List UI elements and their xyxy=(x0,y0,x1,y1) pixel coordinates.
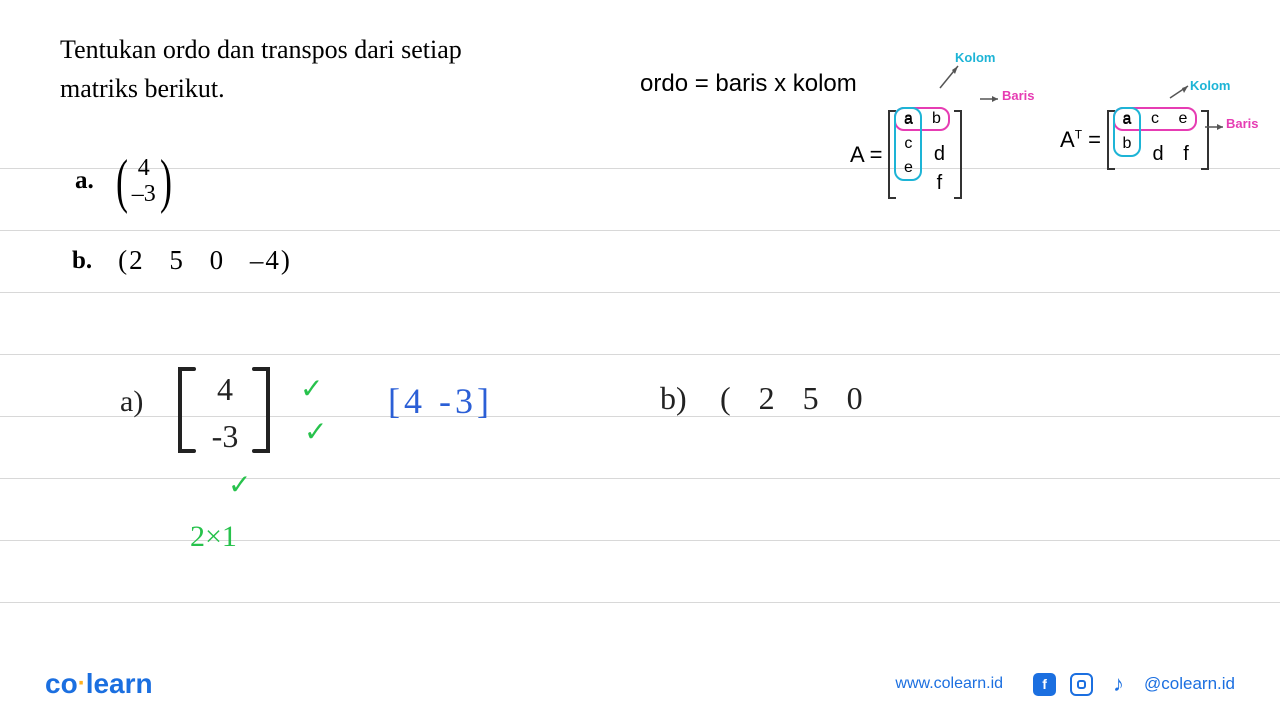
problem-item-a: a. ( 4 –3 ) xyxy=(75,155,176,208)
matrix-cell: f xyxy=(1177,143,1195,166)
handwritten-ordo: 2×1 xyxy=(190,520,237,554)
at-equals-label: AT = xyxy=(1060,127,1101,153)
matrix-cell: d xyxy=(1149,143,1167,166)
col-highlight: a c e xyxy=(894,107,922,181)
handwritten-a-label: a) xyxy=(120,385,143,419)
matrix-cell: –4) xyxy=(250,245,292,275)
baris-label: Baris xyxy=(1002,88,1035,103)
handwritten-b-label: b) xyxy=(660,380,687,417)
facebook-icon: f xyxy=(1033,673,1056,696)
check-icon: ✓ xyxy=(228,468,251,502)
item-a-label: a. xyxy=(75,167,94,195)
arrow-icon xyxy=(1205,122,1229,132)
arrow-icon xyxy=(938,60,968,90)
matrix-cell: 5 xyxy=(169,245,185,275)
problem-statement: Tentukan ordo dan transpos dari setiap m… xyxy=(60,30,580,108)
footer-right: www.colearn.id f ♪ @colearn.id xyxy=(895,673,1235,696)
item-b-matrix: (2 5 0 –4) xyxy=(110,245,300,276)
item-a-matrix: ( 4 –3 ) xyxy=(112,155,176,208)
matrix-at-diagram: Kolom Baris AT = a c e a b xyxy=(1060,70,1209,170)
matrix-a-diagram: Kolom Baris A = a b a c e xyxy=(880,50,992,199)
logo-co: co xyxy=(45,668,78,699)
instagram-icon xyxy=(1070,673,1093,696)
arrow-icon xyxy=(1168,82,1198,100)
matrix-cell: –3 xyxy=(132,181,156,207)
matrix-cell: f xyxy=(930,172,948,195)
problem-line-1: Tentukan ordo dan transpos dari setiap xyxy=(60,35,462,64)
footer: co·learn www.colearn.id f ♪ @colearn.id xyxy=(0,668,1280,700)
arrow-icon xyxy=(980,94,1004,104)
handwritten-transpose: [4 -3] xyxy=(388,380,493,422)
handwritten-a-matrix: 4 -3 xyxy=(180,365,270,455)
problem-line-2: matriks berikut. xyxy=(60,74,225,103)
social-handle: @colearn.id xyxy=(1144,674,1235,694)
hw-cell: 4 xyxy=(180,371,270,408)
problem-item-b: b. (2 5 0 –4) xyxy=(72,245,300,276)
check-icon: ✓ xyxy=(304,415,327,449)
matrix-cell: 4 xyxy=(138,155,150,181)
ordo-formula: ordo = baris x kolom xyxy=(640,70,857,98)
footer-url: www.colearn.id xyxy=(895,675,1003,693)
handwritten-b-content: ( 2 5 0 xyxy=(720,380,873,417)
matrix-a-bracket: a b a c e ab cd ef xyxy=(888,110,962,199)
baris-label: Baris xyxy=(1226,116,1259,131)
matrix-at-bracket: a c e a b ace bdf xyxy=(1107,110,1209,170)
check-icon: ✓ xyxy=(300,372,323,406)
hw-cell: -3 xyxy=(180,418,270,455)
matrix-cell: (2 xyxy=(118,245,145,275)
item-b-label: b. xyxy=(72,247,92,275)
logo-learn: learn xyxy=(86,668,153,699)
colearn-logo: co·learn xyxy=(45,668,153,700)
matrix-cell: d xyxy=(930,143,948,166)
tiktok-icon: ♪ xyxy=(1107,673,1130,696)
col-highlight: a b xyxy=(1113,107,1141,157)
matrix-cell: 0 xyxy=(210,245,226,275)
a-equals-label: A = xyxy=(850,142,882,168)
